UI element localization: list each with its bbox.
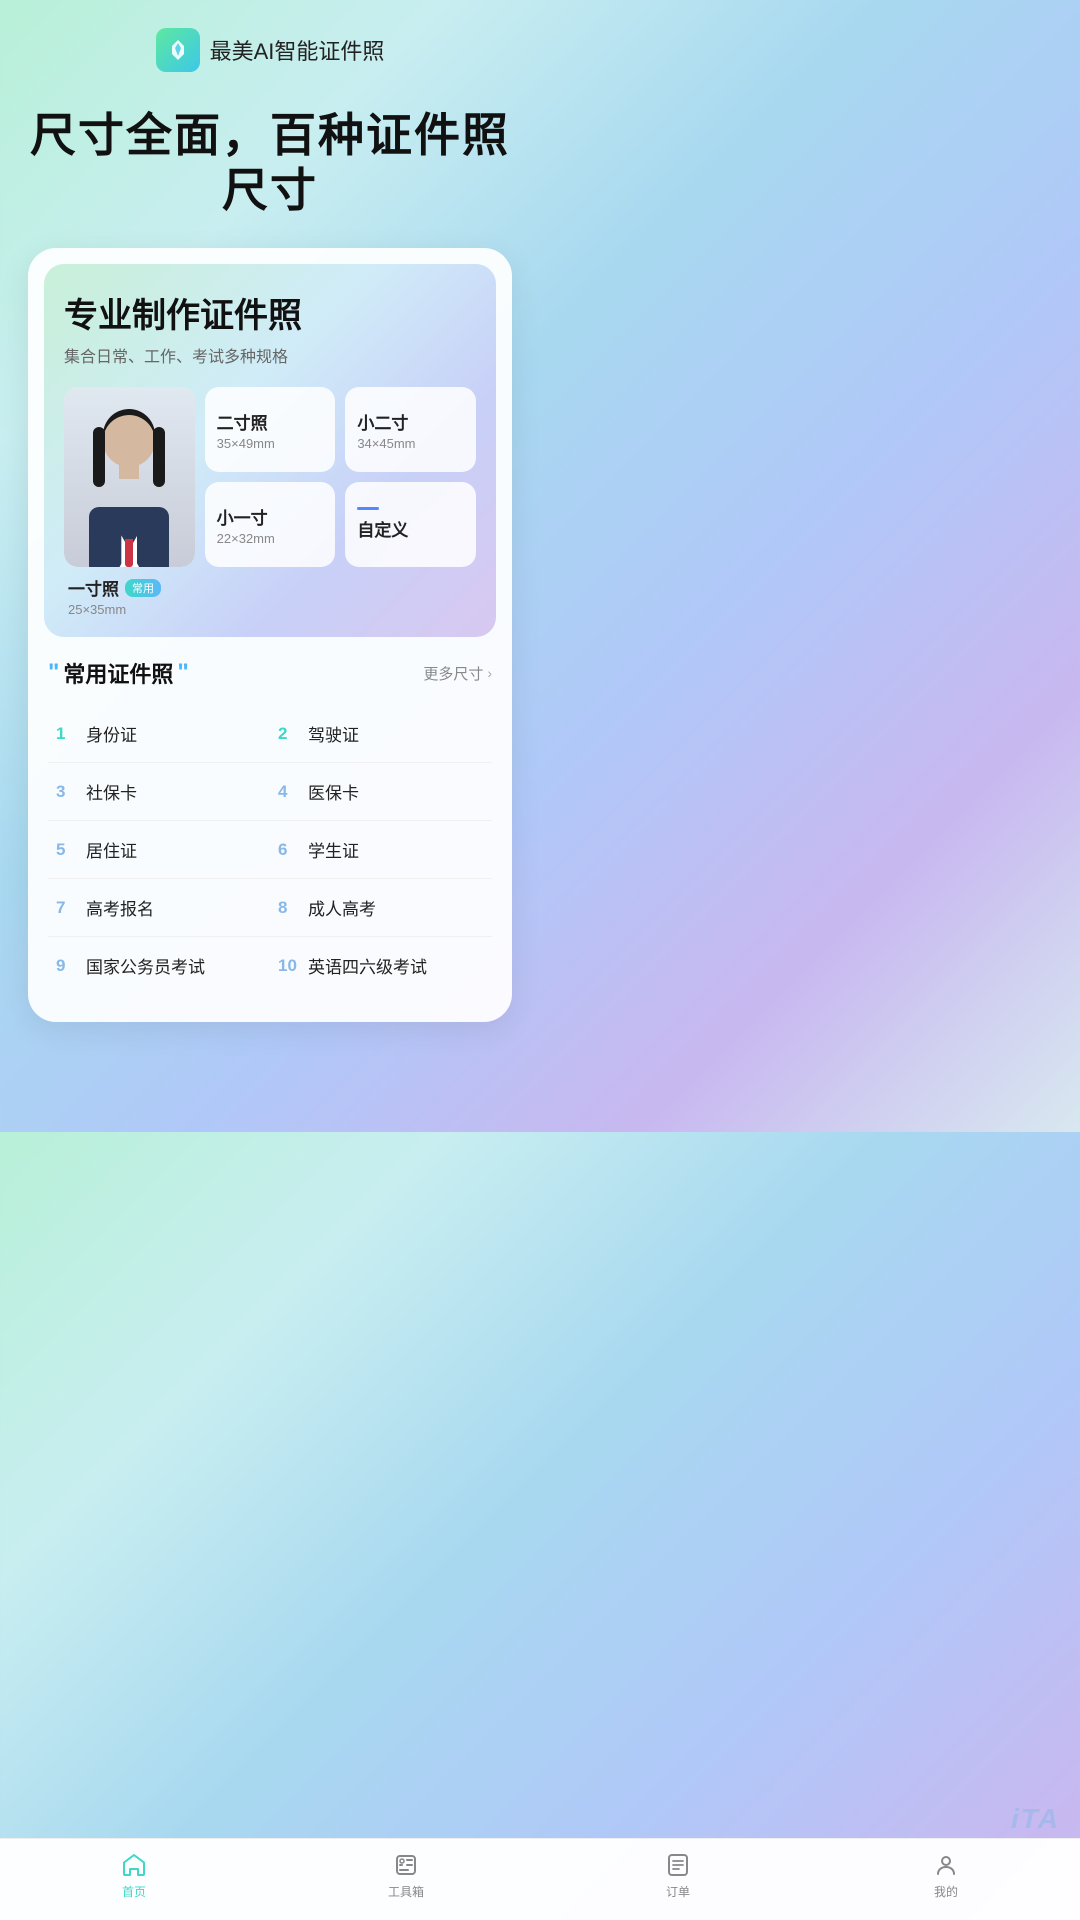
nav-item-home[interactable]: 首页 (120, 1851, 148, 1900)
section-header: " 常用证件照 " 更多尺寸 › (48, 657, 492, 689)
nav-label-home: 首页 (122, 1883, 146, 1900)
cert-num-6: 6 (278, 840, 298, 860)
app-header: 最美AI智能证件照 (0, 0, 540, 88)
cert-label-5: 居住证 (86, 837, 137, 862)
custom-dash-icon (357, 507, 379, 510)
nav-item-orders[interactable]: 订单 (664, 1851, 692, 1900)
bottom-nav: 首页 工具箱 订单 (0, 1838, 1080, 1920)
cert-item-9[interactable]: 9 国家公务员考试 (48, 937, 270, 994)
cert-item-7[interactable]: 7 高考报名 (48, 879, 270, 937)
xiao-yichun-size: 22×32mm (217, 531, 275, 546)
orders-icon (664, 1851, 692, 1879)
cert-label-2: 驾驶证 (308, 721, 359, 746)
xiao-yichun-name: 小一寸 (217, 504, 268, 529)
size-cell-custom[interactable]: 自定义 (345, 482, 476, 567)
cert-label-1: 身份证 (86, 721, 137, 746)
cert-item-5[interactable]: 5 居住证 (48, 821, 270, 879)
cert-item-3[interactable]: 3 社保卡 (48, 763, 270, 821)
erchun-size: 35×49mm (217, 436, 275, 451)
nav-item-tools[interactable]: 工具箱 (388, 1851, 424, 1900)
photo-grid: 二寸照 35×49mm 小二寸 34×45mm 小一寸 22×32mm 自定义 (64, 387, 476, 567)
cert-num-9: 9 (56, 956, 76, 976)
common-badge: 常用 (125, 579, 161, 597)
erchun-name: 二寸照 (217, 409, 268, 434)
xiao-erchun-size: 34×45mm (357, 436, 415, 451)
cert-num-2: 2 (278, 724, 298, 744)
size-cell-xiao-yichun[interactable]: 小一寸 22×32mm (205, 482, 336, 567)
person-silhouette (64, 387, 195, 567)
cert-num-1: 1 (56, 724, 76, 744)
cert-num-5: 5 (56, 840, 76, 860)
cert-num-7: 7 (56, 898, 76, 918)
cert-num-8: 8 (278, 898, 298, 918)
more-sizes-text: 更多尺寸 (423, 663, 483, 684)
quote-right-icon: " (177, 661, 188, 685)
home-icon (120, 1851, 148, 1879)
app-name-text: 最美AI智能证件照 (210, 34, 385, 66)
size-cell-xiao-erchun[interactable]: 小二寸 34×45mm (345, 387, 476, 472)
yichun-label-row: 一寸照 常用 (68, 575, 472, 600)
cert-label-7: 高考报名 (86, 895, 154, 920)
section-title: 常用证件照 (63, 657, 173, 689)
card-top-section: 专业制作证件照 集合日常、工作、考试多种规格 (44, 264, 496, 637)
cert-list: 1 身份证 2 驾驶证 3 社保卡 4 医保卡 5 居住证 6 学生证 (48, 705, 492, 994)
cert-label-10: 英语四六级考试 (308, 953, 427, 978)
portrait-image (64, 387, 195, 567)
nav-label-tools: 工具箱 (388, 1883, 424, 1900)
cert-num-3: 3 (56, 782, 76, 802)
nav-label-orders: 订单 (666, 1883, 690, 1900)
cert-label-6: 学生证 (308, 837, 359, 862)
common-certs-section: " 常用证件照 " 更多尺寸 › 1 身份证 2 驾驶证 3 社保卡 (28, 637, 512, 1002)
hero-title: 尺寸全面，百种证件照尺寸 (0, 88, 540, 248)
cert-item-4[interactable]: 4 医保卡 (270, 763, 492, 821)
app-icon (156, 28, 200, 72)
quote-left-icon: " (48, 661, 59, 685)
cert-label-3: 社保卡 (86, 779, 137, 804)
size-cell-erchun[interactable]: 二寸照 35×49mm (205, 387, 336, 472)
nav-label-mine: 我的 (934, 1883, 958, 1900)
section-title-wrap: " 常用证件照 " (48, 657, 189, 689)
cert-label-9: 国家公务员考试 (86, 953, 205, 978)
cert-num-4: 4 (278, 782, 298, 802)
cert-label-8: 成人高考 (308, 895, 376, 920)
ita-watermark: iTA (1011, 1803, 1060, 1835)
chevron-right-icon: › (487, 665, 492, 681)
xiao-erchun-name: 小二寸 (357, 409, 408, 434)
cert-label-4: 医保卡 (308, 779, 359, 804)
portrait-cell[interactable] (64, 387, 195, 567)
card-subtitle: 集合日常、工作、考试多种规格 (64, 343, 476, 367)
yichun-name: 一寸照 (68, 575, 119, 600)
cert-item-2[interactable]: 2 驾驶证 (270, 705, 492, 763)
cert-num-10: 10 (278, 956, 298, 976)
card-title: 专业制作证件照 (64, 288, 476, 337)
cert-item-10[interactable]: 10 英语四六级考试 (270, 937, 492, 994)
nav-item-mine[interactable]: 我的 (932, 1851, 960, 1900)
tools-icon (392, 1851, 420, 1879)
cert-item-1[interactable]: 1 身份证 (48, 705, 270, 763)
custom-name: 自定义 (357, 516, 408, 541)
cert-item-8[interactable]: 8 成人高考 (270, 879, 492, 937)
mine-icon (932, 1851, 960, 1879)
yichun-size: 25×35mm (68, 602, 472, 617)
more-sizes-link[interactable]: 更多尺寸 › (423, 663, 492, 684)
cert-item-6[interactable]: 6 学生证 (270, 821, 492, 879)
main-card: 专业制作证件照 集合日常、工作、考试多种规格 (28, 248, 512, 1022)
